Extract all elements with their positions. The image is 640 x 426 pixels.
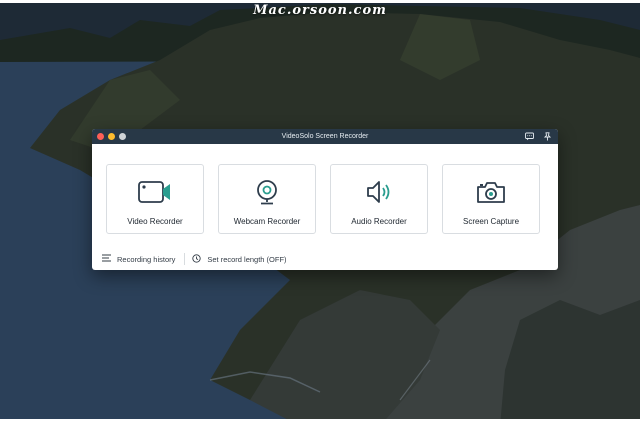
- close-window-button[interactable]: [97, 133, 104, 140]
- app-window: VideoSolo Screen Recorder Video Recorder…: [92, 129, 558, 270]
- bottom-toolbar: Recording history Set record length (OFF…: [102, 253, 287, 265]
- audio-recorder-label: Audio Recorder: [351, 217, 407, 226]
- audio-recorder-card[interactable]: Audio Recorder: [330, 164, 428, 234]
- webcam-icon: [219, 179, 315, 205]
- window-controls: [97, 133, 126, 140]
- bottom-frame-border: [0, 419, 640, 426]
- maximize-window-button[interactable]: [119, 133, 126, 140]
- camera-icon: [443, 179, 539, 205]
- recording-history-button[interactable]: Recording history: [102, 254, 175, 264]
- minimize-window-button[interactable]: [108, 133, 115, 140]
- recording-history-label: Recording history: [117, 254, 176, 264]
- speaker-icon: [331, 179, 427, 205]
- record-length-button[interactable]: Set record length (OFF): [192, 253, 287, 265]
- webcam-recorder-card[interactable]: Webcam Recorder: [218, 164, 316, 234]
- pin-icon[interactable]: [543, 132, 552, 141]
- video-recorder-label: Video Recorder: [127, 217, 183, 226]
- window-title: VideoSolo Screen Recorder: [281, 133, 369, 140]
- recorder-options: Video Recorder Webcam Recorder Audio Rec…: [106, 164, 540, 234]
- window-titlebar: VideoSolo Screen Recorder: [92, 129, 558, 144]
- watermark-text: Mac.orsoon.com: [253, 3, 387, 18]
- webcam-recorder-label: Webcam Recorder: [233, 217, 301, 226]
- record-length-label: Set record length (OFF): [207, 254, 287, 264]
- feedback-icon[interactable]: [525, 132, 534, 141]
- toolbar-divider: [184, 253, 186, 265]
- video-camera-icon: [107, 179, 203, 205]
- screen-capture-card[interactable]: Screen Capture: [442, 164, 540, 234]
- screen-capture-label: Screen Capture: [462, 217, 520, 226]
- list-icon: [102, 254, 111, 264]
- timer-icon: [192, 253, 202, 265]
- video-recorder-card[interactable]: Video Recorder: [106, 164, 204, 234]
